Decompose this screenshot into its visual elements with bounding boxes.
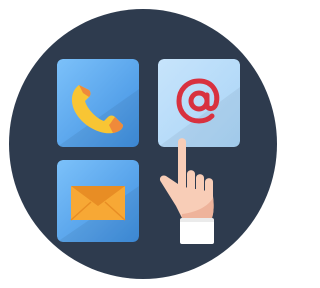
contact-methods-illustration xyxy=(0,0,286,288)
phone-icon xyxy=(57,59,139,147)
phone-tile[interactable] xyxy=(57,59,139,147)
envelope-icon xyxy=(57,160,139,242)
pointing-hand-icon xyxy=(159,138,214,244)
pointing-hand xyxy=(158,134,236,246)
mail-tile[interactable] xyxy=(57,160,139,242)
